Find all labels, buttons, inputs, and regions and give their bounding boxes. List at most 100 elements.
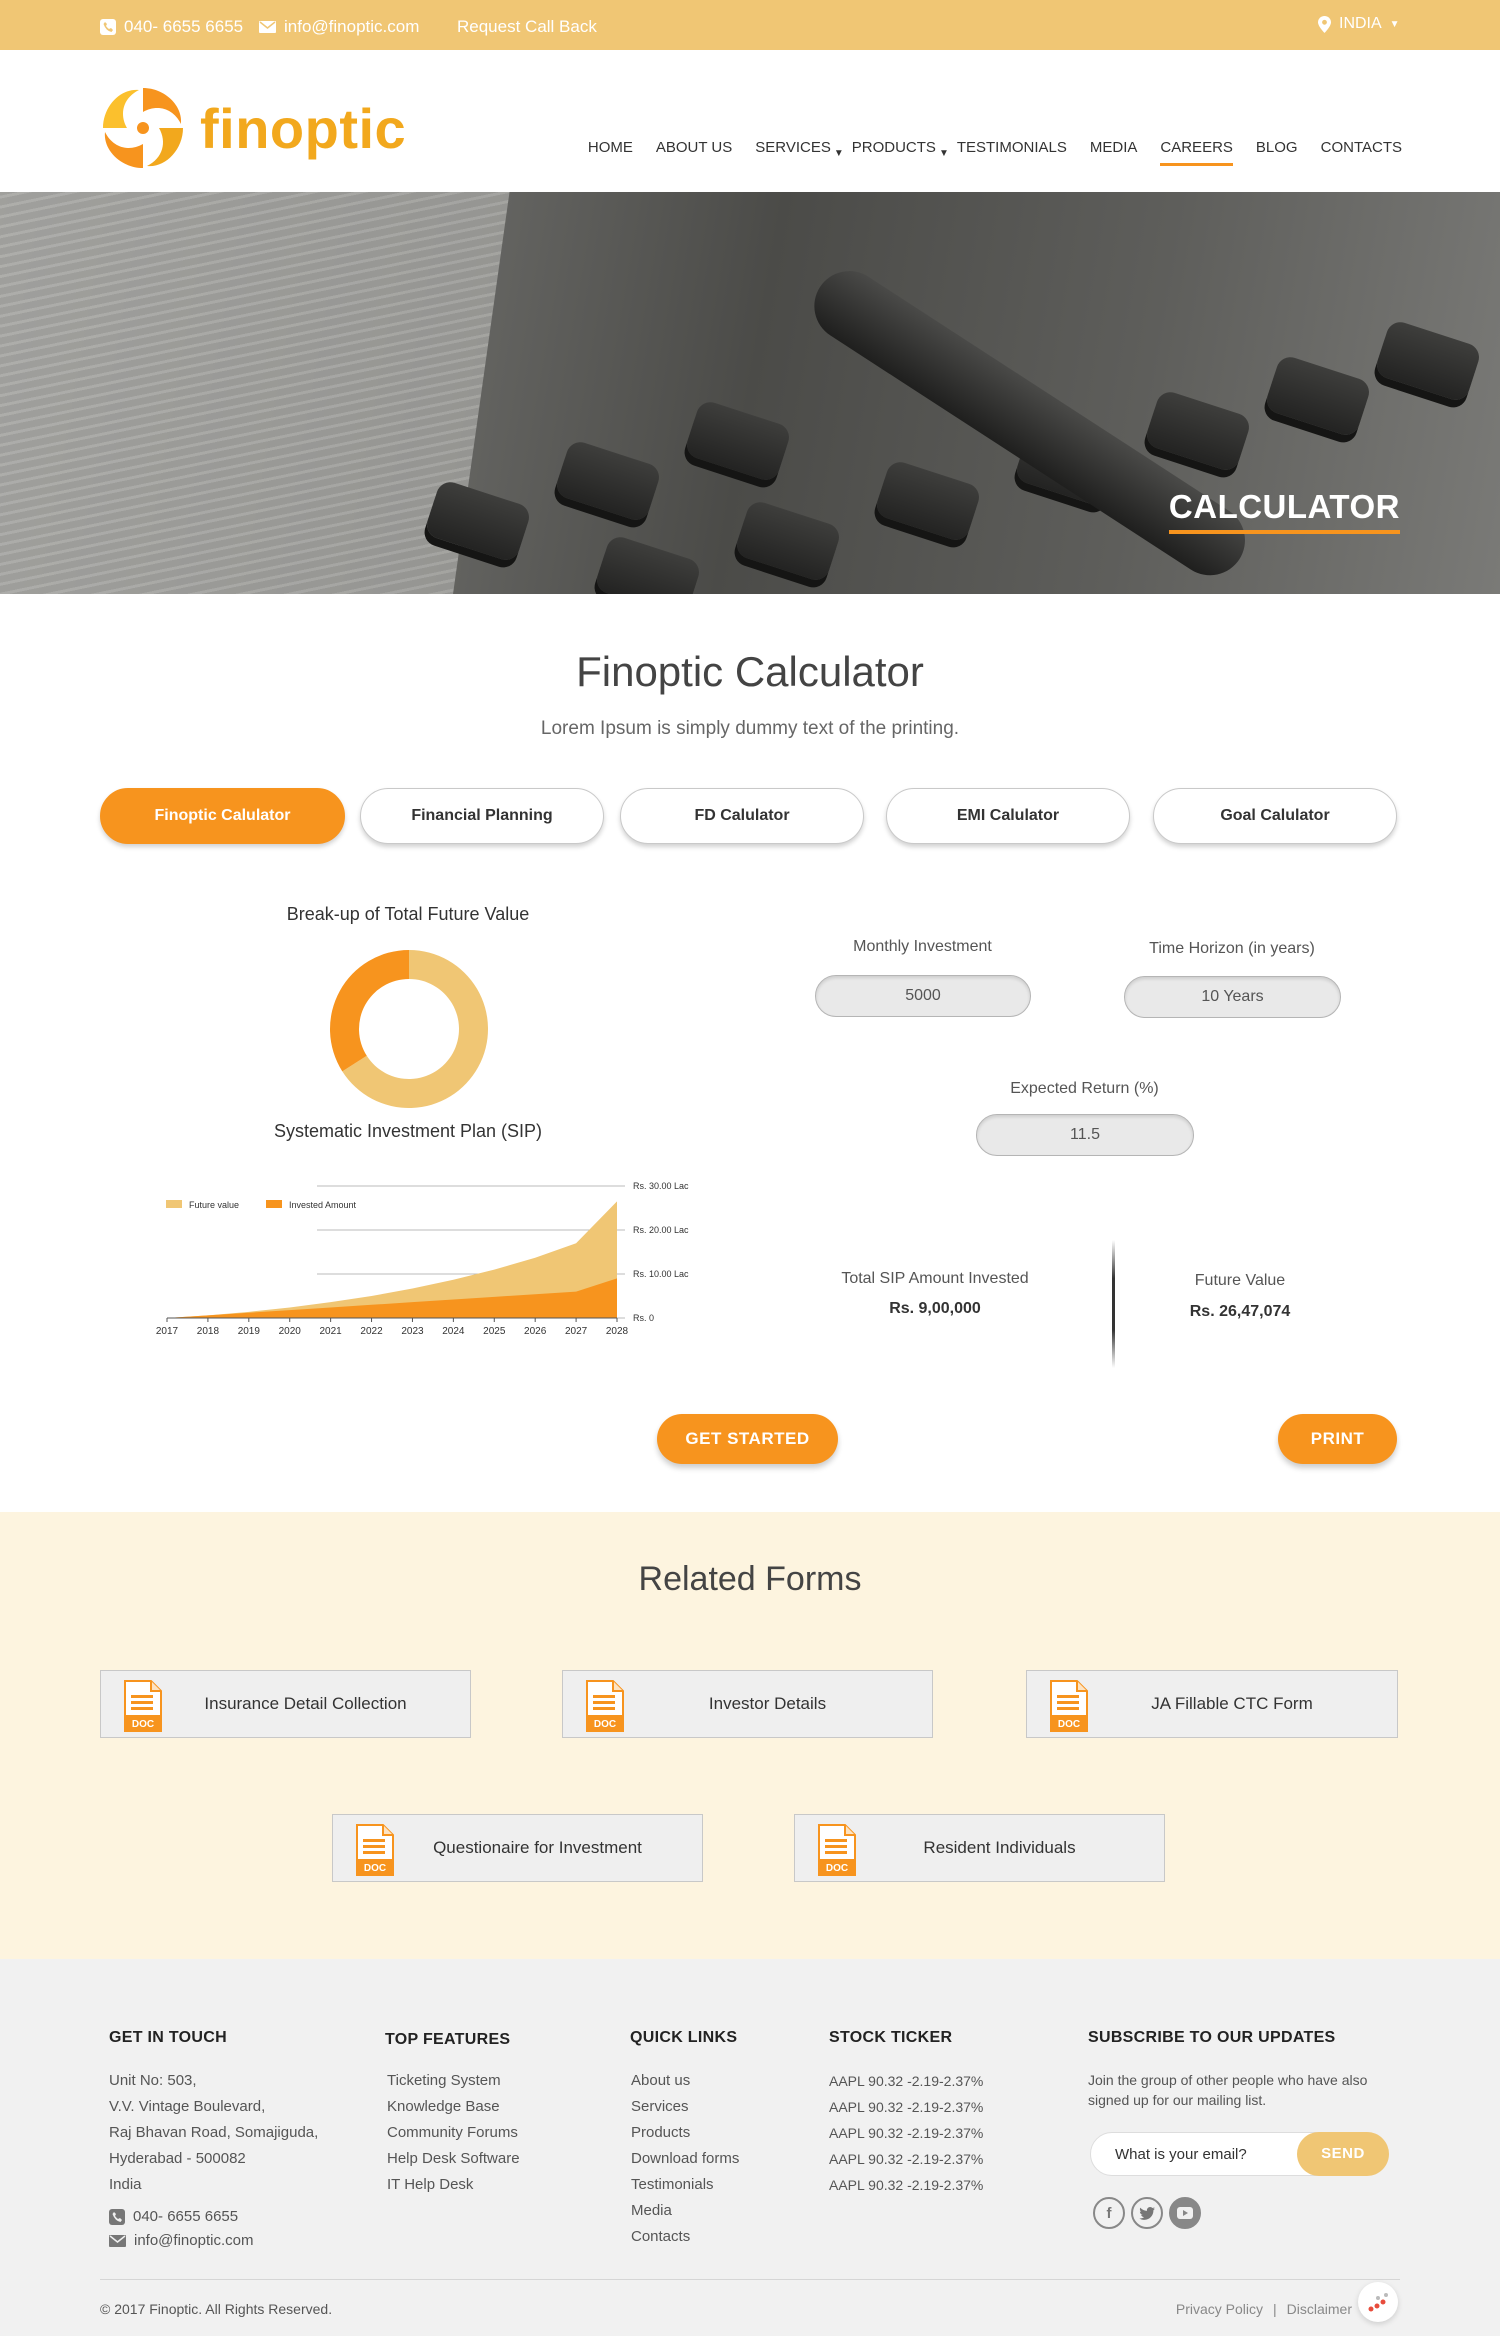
send-button[interactable]: SEND bbox=[1297, 2132, 1389, 2176]
quick-link[interactable]: Contacts bbox=[631, 2224, 739, 2250]
nav-testimonials[interactable]: TESTIMONIALS bbox=[957, 139, 1067, 156]
feature-link[interactable]: IT Help Desk bbox=[387, 2172, 520, 2198]
privacy-policy-link[interactable]: Privacy Policy bbox=[1176, 2301, 1263, 2317]
calculator-subtitle: Lorem Ipsum is simply dummy text of the … bbox=[540, 718, 960, 739]
future-value-donut-chart bbox=[330, 950, 488, 1108]
tab-finoptic-calculator[interactable]: Finoptic Calulator bbox=[100, 788, 345, 844]
nav-services-label: SERVICES bbox=[755, 139, 831, 156]
x-tick-label: 2021 bbox=[320, 1326, 343, 1337]
x-tick-label: 2022 bbox=[360, 1326, 383, 1337]
nav-products-label: PRODUCTS bbox=[851, 139, 936, 156]
subscribe-description: Join the group of other people who have … bbox=[1088, 2072, 1368, 2108]
country-selector[interactable]: INDIA ▼ bbox=[1318, 15, 1400, 33]
email-placeholder: What is your email? bbox=[1115, 2146, 1247, 2163]
form-card-label: Insurance Detail Collection bbox=[204, 1694, 407, 1713]
site-footer: GET IN TOUCH Unit No: 503, V.V. Vintage … bbox=[0, 1959, 1500, 2336]
form-card-ja-fillable[interactable]: DOC JA Fillable CTC Form bbox=[1026, 1670, 1398, 1738]
get-started-button[interactable]: GET STARTED bbox=[657, 1414, 838, 1464]
top-bar: 040- 6655 6655 info@finoptic.com Request… bbox=[0, 0, 1500, 50]
feature-link[interactable]: Knowledge Base bbox=[387, 2094, 520, 2120]
twitter-icon[interactable] bbox=[1131, 2197, 1163, 2229]
copyright-text: © 2017 Finoptic. All Rights Reserved. bbox=[100, 2301, 333, 2317]
quick-link[interactable]: About us bbox=[631, 2068, 739, 2094]
quick-link[interactable]: Services bbox=[631, 2094, 739, 2120]
tab-financial-planning[interactable]: Financial Planning bbox=[360, 788, 604, 844]
topbar-email[interactable]: info@finoptic.com bbox=[259, 17, 419, 37]
subscribe-email-input[interactable]: What is your email? SEND bbox=[1090, 2132, 1389, 2176]
print-button[interactable]: PRINT bbox=[1278, 1414, 1397, 1464]
nav-careers[interactable]: CAREERS bbox=[1160, 139, 1233, 166]
quick-link[interactable]: Download forms bbox=[631, 2146, 739, 2172]
nav-home[interactable]: HOME bbox=[588, 139, 633, 156]
tab-fd-calculator[interactable]: FD Calulator bbox=[620, 788, 864, 844]
x-tick-label: 2018 bbox=[197, 1326, 220, 1337]
footer-email[interactable]: info@finoptic.com bbox=[109, 2232, 253, 2249]
logo-wordmark: finoptic bbox=[200, 96, 407, 160]
form-card-questionaire[interactable]: DOC Questionaire for Investment bbox=[332, 1814, 703, 1882]
twitter-bird-icon bbox=[1139, 2206, 1155, 2220]
tab-emi-calculator[interactable]: EMI Calulator bbox=[886, 788, 1130, 844]
chat-widget-button[interactable] bbox=[1358, 2282, 1398, 2322]
request-callback-label: Request Call Back bbox=[457, 17, 597, 36]
form-card-investor-details[interactable]: DOC Investor Details bbox=[562, 1670, 933, 1738]
tab-goal-calculator[interactable]: Goal Calulator bbox=[1153, 788, 1397, 844]
form-card-insurance-detail[interactable]: DOC Insurance Detail Collection bbox=[100, 1670, 471, 1738]
form-card-label: JA Fillable CTC Form bbox=[1151, 1694, 1313, 1713]
legend-label: Future value bbox=[189, 1200, 239, 1210]
footer-phone[interactable]: 040- 6655 6655 bbox=[109, 2208, 238, 2225]
time-horizon-input[interactable]: 10 Years bbox=[1124, 976, 1341, 1018]
doc-badge: DOC bbox=[132, 1719, 154, 1730]
caret-down-icon: ▼ bbox=[938, 148, 949, 159]
chat-dots-icon bbox=[1368, 2293, 1388, 2312]
monthly-investment-input[interactable]: 5000 bbox=[815, 975, 1031, 1017]
hero-key bbox=[1263, 353, 1373, 439]
nav-about-us[interactable]: ABOUT US bbox=[656, 139, 732, 156]
quick-link[interactable]: Media bbox=[631, 2198, 739, 2224]
y-tick-label: Rs. 20.00 Lac bbox=[633, 1225, 689, 1235]
topbar-email-text: info@finoptic.com bbox=[284, 17, 420, 36]
nav-services[interactable]: SERVICES ▼ bbox=[755, 139, 844, 159]
ticker-item: AAPL 90.32 -2.19-2.37% bbox=[829, 2177, 984, 2193]
form-card-resident-individuals[interactable]: DOC Resident Individuals bbox=[794, 1814, 1165, 1882]
logo[interactable]: finoptic bbox=[100, 85, 406, 171]
doc-badge: DOC bbox=[594, 1719, 616, 1730]
related-forms-title: Related Forms bbox=[638, 1560, 862, 1598]
footer-subscribe-title: SUBSCRIBE TO OUR UPDATES bbox=[1088, 2029, 1336, 2046]
address-line: India bbox=[109, 2176, 142, 2193]
caret-down-icon: ▼ bbox=[833, 148, 844, 159]
legend-swatch bbox=[166, 1200, 182, 1208]
hero-key bbox=[1373, 318, 1483, 404]
footer-email-text: info@finoptic.com bbox=[134, 2232, 254, 2249]
y-tick-label: Rs. 0 bbox=[633, 1313, 654, 1323]
link-separator: | bbox=[1273, 2301, 1277, 2317]
chevron-down-icon: ▼ bbox=[1389, 18, 1400, 30]
quick-link[interactable]: Testimonials bbox=[631, 2172, 739, 2198]
x-tick-label: 2020 bbox=[279, 1326, 302, 1337]
legend-label: Invested Amount bbox=[289, 1200, 357, 1210]
address-line: V.V. Vintage Boulevard, bbox=[109, 2098, 266, 2115]
ticker-item: AAPL 90.32 -2.19-2.37% bbox=[829, 2125, 984, 2141]
feature-link[interactable]: Community Forums bbox=[387, 2120, 520, 2146]
ticker-item: AAPL 90.32 -2.19-2.37% bbox=[829, 2151, 984, 2167]
footer-phone-text: 040- 6655 6655 bbox=[133, 2208, 239, 2225]
topbar-phone[interactable]: 040- 6655 6655 bbox=[100, 17, 243, 37]
request-callback-link[interactable]: Request Call Back bbox=[457, 17, 597, 37]
nav-contacts[interactable]: CONTACTS bbox=[1321, 139, 1402, 156]
nav-blog[interactable]: BLOG bbox=[1256, 139, 1298, 156]
ticker-item: AAPL 90.32 -2.19-2.37% bbox=[829, 2099, 984, 2115]
disclaimer-link[interactable]: Disclaimer bbox=[1287, 2301, 1352, 2317]
nav-media[interactable]: MEDIA bbox=[1090, 139, 1138, 156]
doc-badge: DOC bbox=[826, 1863, 848, 1874]
footer-features-list: Ticketing System Knowledge Base Communit… bbox=[387, 2068, 520, 2198]
facebook-icon[interactable]: f bbox=[1093, 2197, 1125, 2229]
hero-key bbox=[873, 458, 983, 544]
youtube-icon[interactable] bbox=[1169, 2197, 1201, 2229]
feature-link[interactable]: Help Desk Software bbox=[387, 2146, 520, 2172]
quick-link[interactable]: Products bbox=[631, 2120, 739, 2146]
feature-link[interactable]: Ticketing System bbox=[387, 2068, 520, 2094]
phone-icon bbox=[100, 19, 116, 35]
nav-products[interactable]: PRODUCTS ▼ bbox=[851, 139, 949, 159]
total-invested-value: Rs. 9,00,000 bbox=[889, 1300, 981, 1317]
expected-return-input[interactable]: 11.5 bbox=[976, 1114, 1194, 1156]
x-tick-label: 2028 bbox=[606, 1326, 629, 1337]
